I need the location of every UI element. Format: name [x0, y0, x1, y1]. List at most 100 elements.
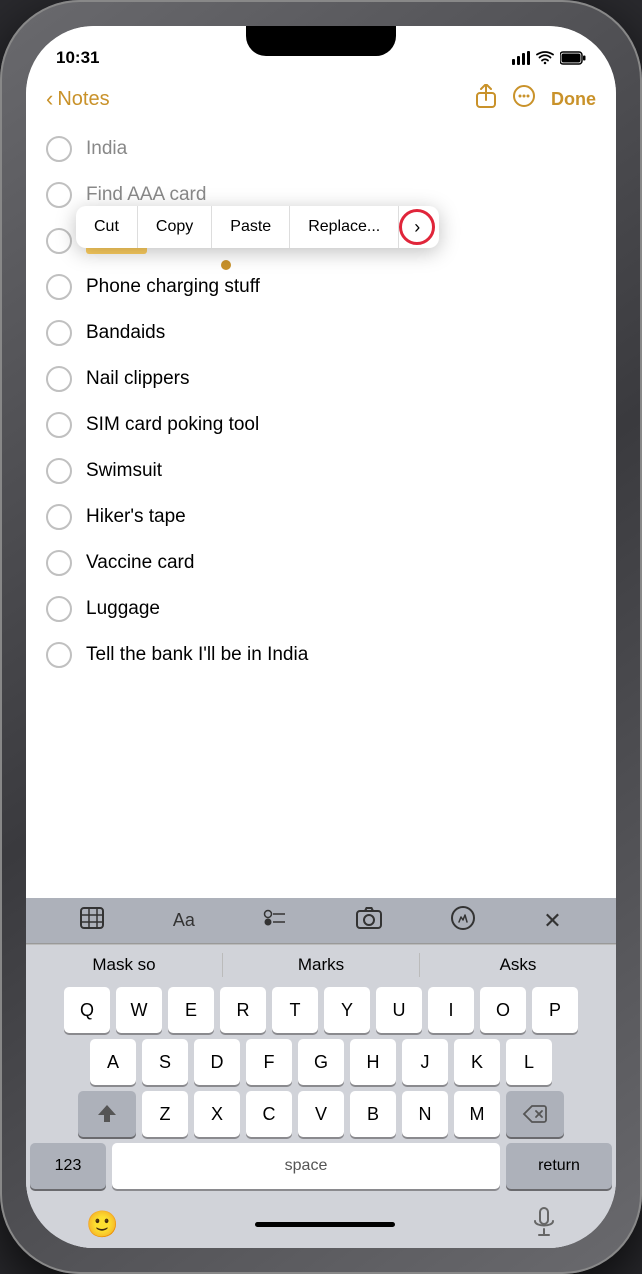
checkbox[interactable]	[46, 458, 72, 484]
key-y[interactable]: Y	[324, 987, 370, 1033]
emoji-icon[interactable]: 🙂	[86, 1209, 118, 1240]
key-w[interactable]: W	[116, 987, 162, 1033]
checkbox[interactable]	[46, 366, 72, 392]
keyboard-area: Aa	[26, 898, 616, 1248]
checkbox[interactable]	[46, 504, 72, 530]
list-item[interactable]: Phone charging stuff	[26, 264, 616, 310]
keyboard: Q W E R T Y U I O P A S	[26, 981, 616, 1199]
autocorrect-item-2[interactable]: Marks	[223, 953, 420, 977]
item-text: Vaccine card	[86, 552, 194, 574]
key-v[interactable]: V	[298, 1091, 344, 1137]
delete-key[interactable]	[506, 1091, 564, 1137]
key-o[interactable]: O	[480, 987, 526, 1033]
camera-icon[interactable]	[356, 907, 382, 934]
key-f[interactable]: F	[246, 1039, 292, 1085]
status-bar: 10:31	[26, 26, 616, 76]
checkbox[interactable]	[46, 136, 72, 162]
key-b[interactable]: B	[350, 1091, 396, 1137]
item-text: Swimsuit	[86, 460, 162, 482]
checkbox[interactable]	[46, 642, 72, 668]
key-r[interactable]: R	[220, 987, 266, 1033]
key-e[interactable]: E	[168, 987, 214, 1033]
autocorrect-bar: Mask so Marks Asks	[26, 944, 616, 981]
list-item[interactable]: Hiker's tape	[26, 494, 616, 540]
key-j[interactable]: J	[402, 1039, 448, 1085]
checklist-icon[interactable]	[263, 907, 287, 934]
list-item[interactable]: Swimsuit	[26, 448, 616, 494]
nav-back-button[interactable]: ‹ Notes	[46, 86, 110, 112]
back-chevron-icon: ‹	[46, 86, 53, 112]
replace-button[interactable]: Replace...	[290, 206, 399, 248]
checkbox[interactable]	[46, 412, 72, 438]
list-item[interactable]: Tell the bank I'll be in India	[26, 632, 616, 678]
autocorrect-item-3[interactable]: Asks	[420, 953, 616, 977]
key-m[interactable]: M	[454, 1091, 500, 1137]
checkbox[interactable]	[46, 228, 72, 254]
list-item[interactable]: Nail clippers	[26, 356, 616, 402]
key-q[interactable]: Q	[64, 987, 110, 1033]
close-keyboard-icon[interactable]: ✕	[543, 908, 561, 934]
key-s[interactable]: S	[142, 1039, 188, 1085]
key-l[interactable]: L	[506, 1039, 552, 1085]
shift-key[interactable]	[78, 1091, 136, 1137]
phone-inner: 10:31	[26, 26, 616, 1248]
content-area: Cut Copy Paste Replace... › India	[26, 122, 616, 898]
key-i[interactable]: I	[428, 987, 474, 1033]
list-item[interactable]: Bandaids	[26, 310, 616, 356]
key-x[interactable]: X	[194, 1091, 240, 1137]
list-item[interactable]: SIM card poking tool	[26, 402, 616, 448]
markup-icon[interactable]	[451, 906, 475, 935]
status-icons	[512, 51, 586, 65]
key-g[interactable]: G	[298, 1039, 344, 1085]
item-text: Luggage	[86, 598, 160, 620]
cut-button[interactable]: Cut	[76, 206, 138, 248]
key-row-2: A S D F G H J K L	[30, 1039, 612, 1085]
autocorrect-item-1[interactable]: Mask so	[26, 953, 223, 977]
list-item[interactable]: Luggage	[26, 586, 616, 632]
key-row-4: 123 space return	[30, 1143, 612, 1189]
checkbox[interactable]	[46, 274, 72, 300]
phone-frame: 10:31	[0, 0, 642, 1274]
list-item[interactable]: India	[26, 126, 616, 172]
item-text: Nail clippers	[86, 368, 189, 390]
item-text: SIM card poking tool	[86, 414, 259, 436]
key-row-1: Q W E R T Y U I O P	[30, 987, 612, 1033]
more-icon[interactable]	[513, 85, 535, 113]
key-c[interactable]: C	[246, 1091, 292, 1137]
keyboard-toolbar: Aa	[26, 898, 616, 944]
selection-handle-right	[221, 260, 231, 270]
format-icon[interactable]: Aa	[173, 910, 195, 931]
key-u[interactable]: U	[376, 987, 422, 1033]
key-t[interactable]: T	[272, 987, 318, 1033]
mic-icon[interactable]	[532, 1207, 556, 1242]
checkbox[interactable]	[46, 320, 72, 346]
share-icon[interactable]	[475, 84, 497, 114]
done-button[interactable]: Done	[551, 89, 596, 110]
nav-back-label: Notes	[57, 88, 109, 111]
key-z[interactable]: Z	[142, 1091, 188, 1137]
key-p[interactable]: P	[532, 987, 578, 1033]
context-menu-arrow[interactable]: ›	[399, 209, 435, 245]
wifi-icon	[536, 51, 554, 65]
item-text: Phone charging stuff	[86, 276, 260, 298]
signal-icon	[512, 51, 530, 65]
checkbox[interactable]	[46, 596, 72, 622]
item-text: Bandaids	[86, 322, 165, 344]
key-d[interactable]: D	[194, 1039, 240, 1085]
item-text: India	[86, 138, 127, 160]
numbers-key[interactable]: 123	[30, 1143, 106, 1189]
paste-button[interactable]: Paste	[212, 206, 290, 248]
key-n[interactable]: N	[402, 1091, 448, 1137]
item-text: Find AAA card	[86, 184, 206, 206]
list-item[interactable]: Vaccine card	[26, 540, 616, 586]
key-k[interactable]: K	[454, 1039, 500, 1085]
checkbox[interactable]	[46, 550, 72, 576]
copy-button[interactable]: Copy	[138, 206, 212, 248]
checkbox[interactable]	[46, 182, 72, 208]
table-icon[interactable]	[80, 907, 104, 934]
key-a[interactable]: A	[90, 1039, 136, 1085]
item-text: Hiker's tape	[86, 506, 186, 528]
return-key[interactable]: return	[506, 1143, 612, 1189]
key-h[interactable]: H	[350, 1039, 396, 1085]
space-key[interactable]: space	[112, 1143, 500, 1189]
